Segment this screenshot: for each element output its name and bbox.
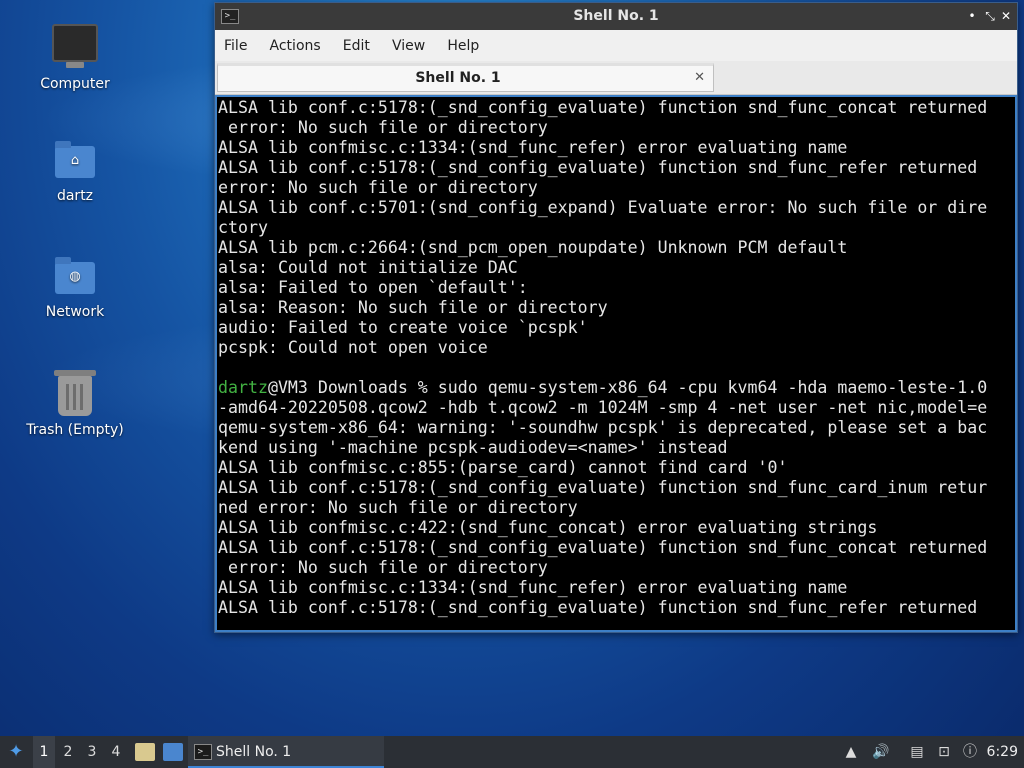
tab-bar: Shell No. 1 ✕ <box>215 61 1017 95</box>
updates-icon[interactable]: ⓘ <box>962 744 978 760</box>
menu-view[interactable]: View <box>383 31 433 61</box>
menu-file[interactable]: File <box>215 31 255 61</box>
home-folder-icon: ⌂ <box>55 141 95 178</box>
tab-close-button[interactable]: ✕ <box>694 66 705 90</box>
start-menu-icon[interactable]: ✦ <box>4 736 28 768</box>
desktop-icon-label: Computer <box>40 76 110 92</box>
menu-actions[interactable]: Actions <box>261 31 329 61</box>
menu-edit[interactable]: Edit <box>334 31 378 61</box>
upload-icon[interactable]: ▲ <box>843 744 859 760</box>
trash-icon <box>54 370 96 416</box>
window-title: Shell No. 1 <box>573 8 659 24</box>
workspace-4[interactable]: 4 <box>105 736 127 768</box>
taskbar: ✦ 1 2 3 4 >_ Shell No. 1 ▲ 🔊 ▤ ⊡ ⓘ 6:29 <box>0 736 1024 768</box>
menu-bar: File Actions Edit View Help <box>215 31 1017 61</box>
clipboard-icon[interactable]: ▤ <box>909 744 925 760</box>
network-folder-icon: ◍ <box>55 257 95 294</box>
desktop-icon-label: Network <box>45 304 105 320</box>
desktop-icon-dartz[interactable]: ⌂ dartz <box>10 141 140 204</box>
workspace-2[interactable]: 2 <box>57 736 79 768</box>
workspace-3[interactable]: 3 <box>81 736 103 768</box>
terminal-output-before: ALSA lib conf.c:5178:(_snd_config_evalua… <box>218 98 988 357</box>
desktop-icon-label: Trash (Empty) <box>26 422 124 438</box>
network-icon[interactable]: ⊡ <box>936 744 952 760</box>
close-button[interactable]: ✕ <box>997 7 1015 25</box>
clock: 6:29 <box>986 744 1018 760</box>
desktop-icon-computer[interactable]: Computer <box>10 24 140 92</box>
taskbar-task-shell[interactable]: >_ Shell No. 1 <box>188 736 384 768</box>
workspace-1[interactable]: 1 <box>33 736 55 768</box>
tab-shell-1[interactable]: Shell No. 1 ✕ <box>217 63 714 92</box>
computer-icon <box>52 24 98 68</box>
terminal-task-icon: >_ <box>194 744 212 760</box>
terminal-output: ALSA lib conf.c:5178:(_snd_config_evalua… <box>217 97 1015 618</box>
desktop-icon-trash[interactable]: Trash (Empty) <box>10 370 140 438</box>
show-desktop-icon[interactable] <box>163 743 183 761</box>
tab-label: Shell No. 1 <box>415 70 501 86</box>
minimize-button[interactable]: • <box>963 7 981 25</box>
file-manager-launcher-icon[interactable] <box>135 743 155 761</box>
terminal-output-after: -amd64-20220508.qcow2 -hdb t.qcow2 -m 10… <box>218 398 988 617</box>
terminal-window: >_ Shell No. 1 • ⤡ ✕ File Actions Edit V… <box>214 2 1018 633</box>
prompt-user: dartz <box>218 378 268 397</box>
desktop-icon-network[interactable]: ◍ Network <box>10 257 140 320</box>
menu-help[interactable]: Help <box>438 31 487 61</box>
volume-icon[interactable]: 🔊 <box>872 744 889 760</box>
terminal-area[interactable]: ALSA lib conf.c:5178:(_snd_config_evalua… <box>215 95 1017 632</box>
task-label: Shell No. 1 <box>216 744 292 760</box>
window-titlebar[interactable]: >_ Shell No. 1 • ⤡ ✕ <box>215 3 1017 30</box>
desktop-icon-label: dartz <box>56 188 94 204</box>
prompt-command: @VM3 Downloads % sudo qemu-system-x86_64… <box>267 378 988 397</box>
